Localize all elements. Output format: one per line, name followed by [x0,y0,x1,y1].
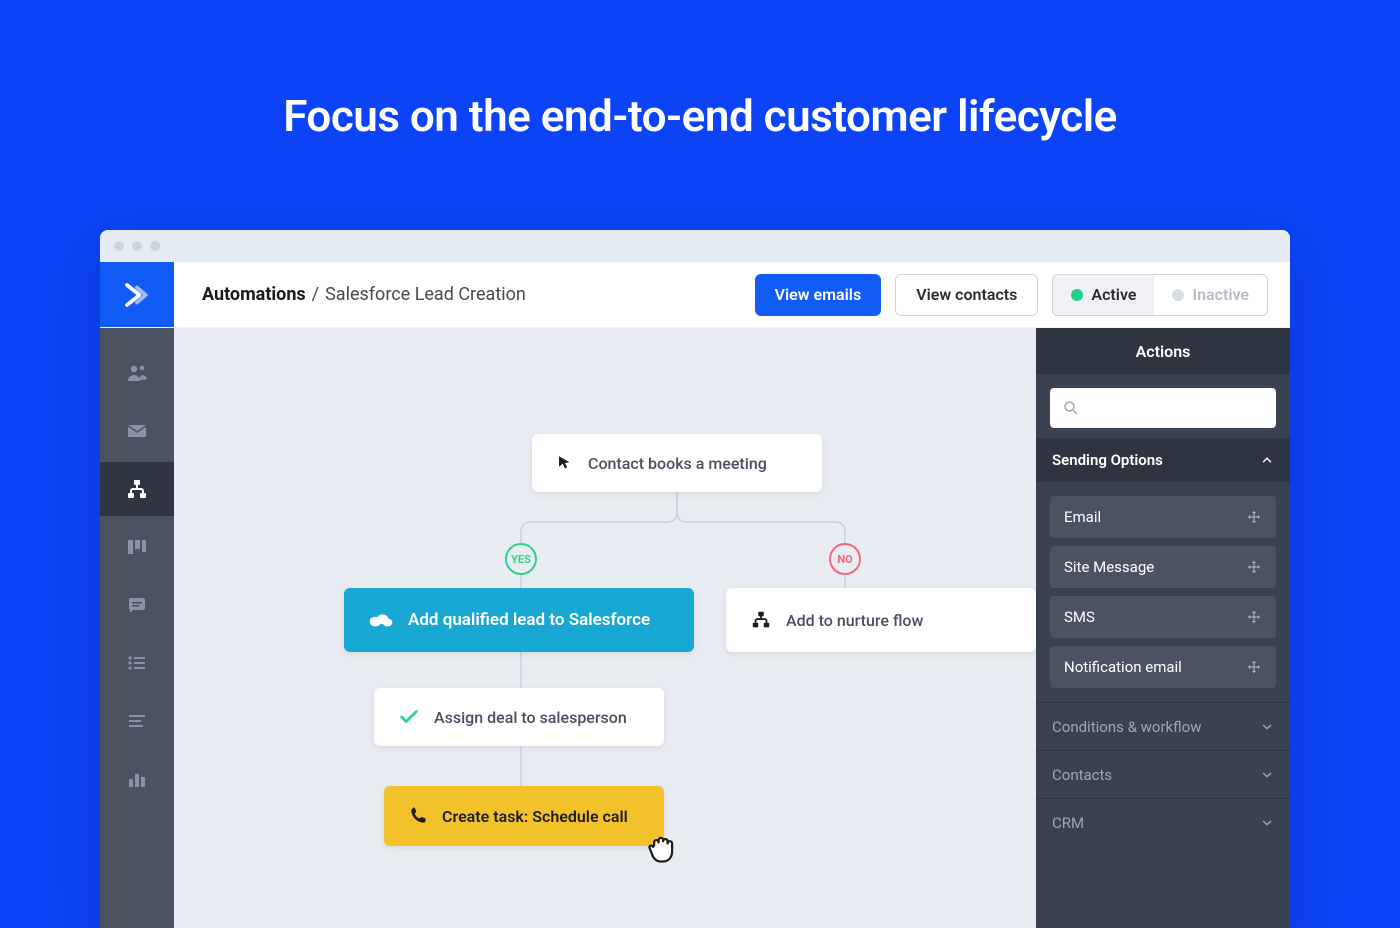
status-dot-active-icon [1071,289,1083,301]
sidebar-item-lists[interactable] [100,636,174,690]
view-emails-button[interactable]: View emails [755,274,882,316]
accordion-label: Contacts [1052,766,1112,784]
view-contacts-button[interactable]: View contacts [895,274,1038,316]
sidebar-item-conversations[interactable] [100,578,174,632]
window-dot [132,241,142,251]
app-logo[interactable] [100,262,174,327]
check-icon [398,706,420,728]
chevron-down-icon [1260,816,1274,830]
assign-label: Assign deal to salesperson [434,708,627,727]
toggle-active-label: Active [1091,285,1136,304]
toggle-inactive-label: Inactive [1192,285,1249,304]
sidebar-item-deals[interactable] [100,520,174,574]
salesforce-label: Add qualified lead to Salesforce [408,610,650,630]
phone-icon [408,806,428,826]
chevron-down-icon [1260,768,1274,782]
chevron-up-icon [1260,453,1274,467]
automation-icon [125,477,149,501]
salesforce-cloud-icon [368,610,394,630]
sidebar-item-contacts[interactable] [100,346,174,400]
action-label: SMS [1064,608,1095,626]
left-sidebar [100,328,174,928]
action-email[interactable]: Email [1050,496,1276,538]
browser-chrome [100,230,1290,262]
accordion-label: Conditions & workflow [1052,718,1201,736]
action-label: Email [1064,508,1101,526]
nurture-label: Add to nurture flow [786,611,923,630]
cursor-icon [556,454,574,472]
contacts-icon [125,361,149,385]
grab-cursor-icon [644,830,680,866]
search-icon [1062,399,1080,417]
panel-search[interactable] [1050,388,1276,428]
list-icon [125,651,149,675]
accordion-contacts[interactable]: Contacts [1036,750,1290,798]
status-toggle: Active Inactive [1052,274,1268,316]
drag-handle-icon [1246,509,1262,525]
drag-handle-icon [1246,609,1262,625]
drag-handle-icon [1246,659,1262,675]
toggle-inactive[interactable]: Inactive [1154,275,1267,315]
chat-icon [125,593,149,617]
branch-no-badge: NO [829,543,861,575]
branch-yes-badge: YES [505,543,537,575]
page-headline: Focus on the end-to-end customer lifecyc… [0,0,1400,142]
sidebar-item-email[interactable] [100,404,174,458]
action-sms[interactable]: SMS [1050,596,1276,638]
automation-small-icon [750,609,772,631]
window-dot [150,241,160,251]
action-label: Notification email [1064,658,1182,676]
window-dot [114,241,124,251]
drag-handle-icon [1246,559,1262,575]
accordion-sending-options[interactable]: Sending Options [1036,438,1290,482]
task-label: Create task: Schedule call [442,807,628,826]
sidebar-item-automations[interactable] [100,462,174,516]
accordion-crm[interactable]: CRM [1036,798,1290,846]
salesforce-node[interactable]: Add qualified lead to Salesforce [344,588,694,652]
accordion-label: Sending Options [1052,451,1163,469]
chevron-logo-icon [122,280,152,310]
kanban-icon [125,535,149,559]
action-notification-email[interactable]: Notification email [1050,646,1276,688]
actions-panel: Actions Sending Options Email Site Messa… [1036,328,1290,928]
breadcrumb: Automations / Salesforce Lead Creation [174,262,526,327]
browser-window: Automations / Salesforce Lead Creation V… [100,230,1290,928]
nurture-node[interactable]: Add to nurture flow [726,588,1036,652]
topbar-actions: View emails View contacts Active Inactiv… [755,262,1290,327]
task-node[interactable]: Create task: Schedule call [384,786,664,846]
status-dot-inactive-icon [1172,289,1184,301]
trigger-node[interactable]: Contact books a meeting [532,434,822,492]
topbar: Automations / Salesforce Lead Creation V… [100,262,1290,328]
bar-chart-icon [125,767,149,791]
breadcrumb-separator: / [312,284,319,305]
email-icon [125,419,149,443]
accordion-conditions[interactable]: Conditions & workflow [1036,702,1290,750]
sidebar-item-reports[interactable] [100,752,174,806]
breadcrumb-root[interactable]: Automations [202,284,306,305]
trigger-label: Contact books a meeting [588,454,767,473]
chevron-down-icon [1260,720,1274,734]
accordion-label: CRM [1052,814,1084,832]
sidebar-item-forms[interactable] [100,694,174,748]
text-lines-icon [125,709,149,733]
action-site-message[interactable]: Site Message [1050,546,1276,588]
automation-canvas[interactable]: YES NO Contact books a meeting Add quali… [174,328,1036,928]
assign-node[interactable]: Assign deal to salesperson [374,688,664,746]
toggle-active[interactable]: Active [1053,275,1154,315]
breadcrumb-leaf: Salesforce Lead Creation [325,284,526,305]
panel-title: Actions [1036,328,1290,374]
action-label: Site Message [1064,558,1154,576]
